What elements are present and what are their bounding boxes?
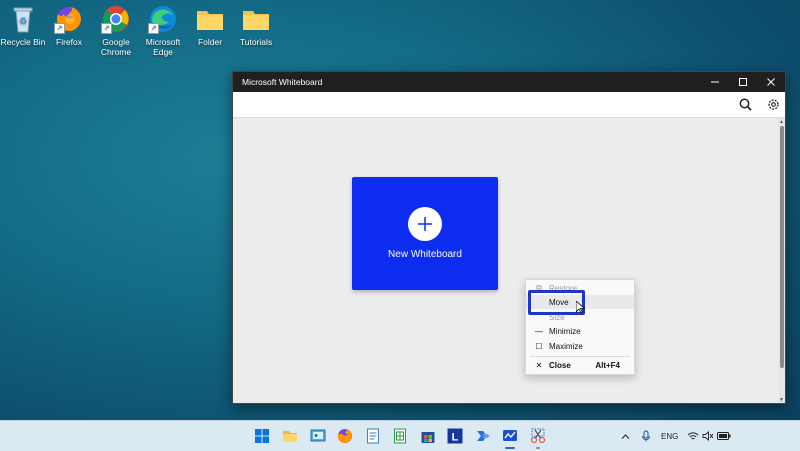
taskbar-store[interactable] bbox=[420, 428, 436, 444]
desktop-icon-firefox[interactable]: ↗ Firefox bbox=[46, 4, 92, 47]
window-titlebar[interactable]: Microsoft Whiteboard bbox=[233, 72, 785, 92]
shortcut-arrow-icon: ↗ bbox=[54, 23, 65, 34]
close-button[interactable] bbox=[757, 72, 785, 92]
control-panel-icon bbox=[310, 429, 326, 442]
maximize-icon bbox=[739, 78, 747, 86]
spreadsheet-icon bbox=[394, 428, 406, 444]
menu-item-close[interactable]: ✕ Close Alt+F4 bbox=[526, 358, 634, 372]
close-icon bbox=[767, 78, 775, 86]
active-app-indicator bbox=[505, 447, 515, 449]
desktop-icon-label: Recycle Bin bbox=[0, 37, 46, 47]
maximize-icon: ☐ bbox=[535, 341, 543, 351]
desktop-icon-tutorials[interactable]: Tutorials bbox=[233, 4, 279, 47]
desktop-icon-label: Folder bbox=[197, 37, 223, 47]
whiteboard-icon bbox=[503, 430, 517, 441]
whiteboard-window[interactable]: Microsoft Whiteboard New Whiteboard ▲ ▼ bbox=[232, 71, 786, 404]
desktop-icon-label: Microsoft Edge bbox=[145, 37, 181, 57]
wifi-icon bbox=[687, 432, 699, 440]
maximize-button[interactable] bbox=[729, 72, 757, 92]
running-app-indicator bbox=[536, 447, 540, 449]
l-app-icon: L bbox=[447, 428, 463, 444]
settings-button[interactable] bbox=[766, 97, 780, 111]
desktop-icon-label: Tutorials bbox=[239, 37, 273, 47]
plus-icon bbox=[408, 207, 442, 241]
notepad-icon bbox=[367, 428, 379, 444]
taskbar: L ENG bbox=[0, 420, 800, 451]
menu-divider bbox=[530, 356, 630, 357]
desktop-icon-recycle-bin[interactable]: ♻ Recycle Bin bbox=[0, 4, 46, 47]
microphone-icon bbox=[642, 430, 650, 442]
recycle-bin-icon: ♻ bbox=[8, 4, 38, 34]
shortcut-arrow-icon: ↗ bbox=[148, 23, 159, 34]
minimize-icon bbox=[711, 81, 719, 83]
battery-icon bbox=[717, 432, 731, 440]
snipping-tool-icon bbox=[530, 428, 546, 444]
minimize-button[interactable] bbox=[701, 72, 729, 92]
menu-item-minimize[interactable]: — Minimize bbox=[526, 324, 634, 338]
taskbar-l-app[interactable]: L bbox=[447, 428, 463, 444]
taskbar-file-explorer[interactable] bbox=[282, 428, 298, 444]
close-icon: ✕ bbox=[535, 360, 543, 370]
search-icon bbox=[739, 98, 752, 111]
svg-text:♻: ♻ bbox=[19, 16, 27, 26]
taskbar-notepad[interactable] bbox=[365, 428, 381, 444]
folder-icon bbox=[283, 431, 297, 442]
taskbar-spreadsheet[interactable] bbox=[392, 428, 408, 444]
window-title: Microsoft Whiteboard bbox=[242, 77, 323, 87]
language-indicator[interactable]: ENG bbox=[661, 421, 678, 451]
menu-item-maximize[interactable]: ☐ Maximize bbox=[526, 339, 634, 353]
folder-icon bbox=[195, 4, 225, 34]
firefox-icon bbox=[337, 429, 352, 443]
shortcut-arrow-icon: ↗ bbox=[101, 23, 112, 34]
taskbar-power-automate[interactable] bbox=[475, 428, 491, 444]
new-whiteboard-tile[interactable]: New Whiteboard bbox=[352, 177, 498, 290]
desktop-icon-label: Firefox bbox=[56, 37, 82, 47]
svg-text:L: L bbox=[452, 432, 459, 444]
scroll-down-icon[interactable]: ▼ bbox=[779, 397, 784, 403]
app-toolbar bbox=[233, 92, 785, 118]
show-hidden-icons-button[interactable] bbox=[621, 421, 630, 451]
edge-icon: ↗ bbox=[148, 4, 178, 34]
new-whiteboard-label: New Whiteboard bbox=[388, 249, 462, 260]
power-automate-icon bbox=[477, 431, 490, 441]
network-button[interactable] bbox=[687, 421, 699, 451]
start-button[interactable] bbox=[254, 428, 270, 444]
microphone-button[interactable] bbox=[641, 421, 651, 451]
chevron-up-icon bbox=[621, 433, 630, 439]
desktop-icon-label: Google Chrome bbox=[100, 37, 132, 57]
whiteboard-gallery: New Whiteboard bbox=[233, 118, 785, 403]
taskbar-firefox[interactable] bbox=[337, 428, 353, 444]
search-button[interactable] bbox=[738, 97, 752, 111]
store-icon bbox=[421, 432, 435, 443]
mouse-cursor-icon bbox=[575, 300, 586, 319]
volume-muted-icon bbox=[702, 431, 714, 441]
chrome-icon: ↗ bbox=[101, 4, 131, 34]
desktop-icon-microsoft-edge[interactable]: ↗ Microsoft Edge bbox=[140, 4, 186, 57]
scrollbar-thumb[interactable] bbox=[780, 126, 784, 368]
folder-icon bbox=[241, 4, 271, 34]
battery-button[interactable] bbox=[717, 421, 731, 451]
taskbar-control-panel[interactable] bbox=[310, 428, 326, 444]
scroll-up-icon[interactable]: ▲ bbox=[779, 119, 784, 125]
volume-button[interactable] bbox=[702, 421, 714, 451]
taskbar-whiteboard[interactable] bbox=[502, 428, 518, 444]
close-shortcut: Alt+F4 bbox=[595, 360, 620, 370]
windows-logo-icon bbox=[255, 429, 269, 443]
firefox-icon: ↗ bbox=[54, 4, 84, 34]
desktop-icon-google-chrome[interactable]: ↗ Google Chrome bbox=[93, 4, 139, 57]
desktop-icon-folder[interactable]: Folder bbox=[187, 4, 233, 47]
taskbar-snipping-tool[interactable] bbox=[530, 428, 546, 444]
gear-icon bbox=[767, 98, 779, 110]
minimize-icon: — bbox=[535, 326, 543, 336]
language-label: ENG bbox=[661, 431, 679, 441]
